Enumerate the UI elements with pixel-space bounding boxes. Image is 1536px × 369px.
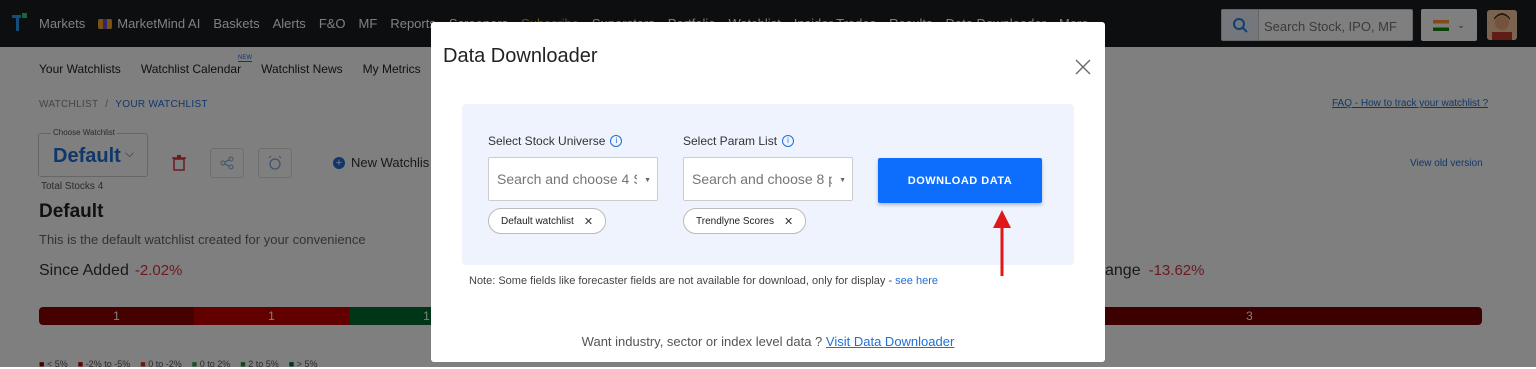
info-icon[interactable]: i [782, 135, 795, 147]
param-list-select[interactable]: ▼ [683, 157, 853, 201]
industry-data-prompt: Want industry, sector or index level dat… [431, 334, 1105, 349]
caret-down-icon: ▼ [644, 177, 651, 184]
download-options-panel: Select Stock Universe i ▼ Default watchl… [462, 104, 1074, 265]
caret-down-icon: ▼ [839, 177, 846, 184]
param-list-label-text: Select Param List [683, 134, 778, 148]
data-downloader-modal: Data Downloader Select Stock Universe i … [431, 22, 1105, 362]
chip-label: Default watchlist [501, 215, 574, 227]
see-here-link[interactable]: see here [895, 275, 938, 287]
param-list-input[interactable] [690, 170, 834, 188]
arrow-up-icon [993, 210, 1011, 276]
visit-data-downloader-link[interactable]: Visit Data Downloader [826, 334, 954, 349]
stock-universe-chip: Default watchlist ✕ [488, 208, 607, 234]
note-text: Note: Some fields like forecaster fields… [469, 275, 893, 287]
param-list-chip: Trendlyne Scores ✕ [683, 208, 807, 234]
modal-title: Data Downloader [443, 45, 598, 67]
stock-universe-label: Select Stock Universe i [488, 134, 623, 148]
info-icon[interactable]: i [610, 135, 623, 147]
stock-universe-input[interactable] [495, 170, 639, 188]
stock-universe-select[interactable]: ▼ [488, 157, 658, 201]
download-data-button[interactable]: DOWNLOAD DATA [878, 158, 1042, 203]
close-icon[interactable] [1075, 59, 1091, 75]
want-text: Want industry, sector or index level dat… [581, 334, 823, 349]
param-list-label: Select Param List i [683, 134, 795, 148]
remove-chip-icon[interactable]: ✕ [784, 215, 793, 228]
chip-label: Trendlyne Scores [696, 215, 774, 227]
remove-chip-icon[interactable]: ✕ [584, 215, 593, 228]
download-note: Note: Some fields like forecaster fields… [469, 275, 938, 287]
stock-universe-label-text: Select Stock Universe [488, 134, 606, 148]
